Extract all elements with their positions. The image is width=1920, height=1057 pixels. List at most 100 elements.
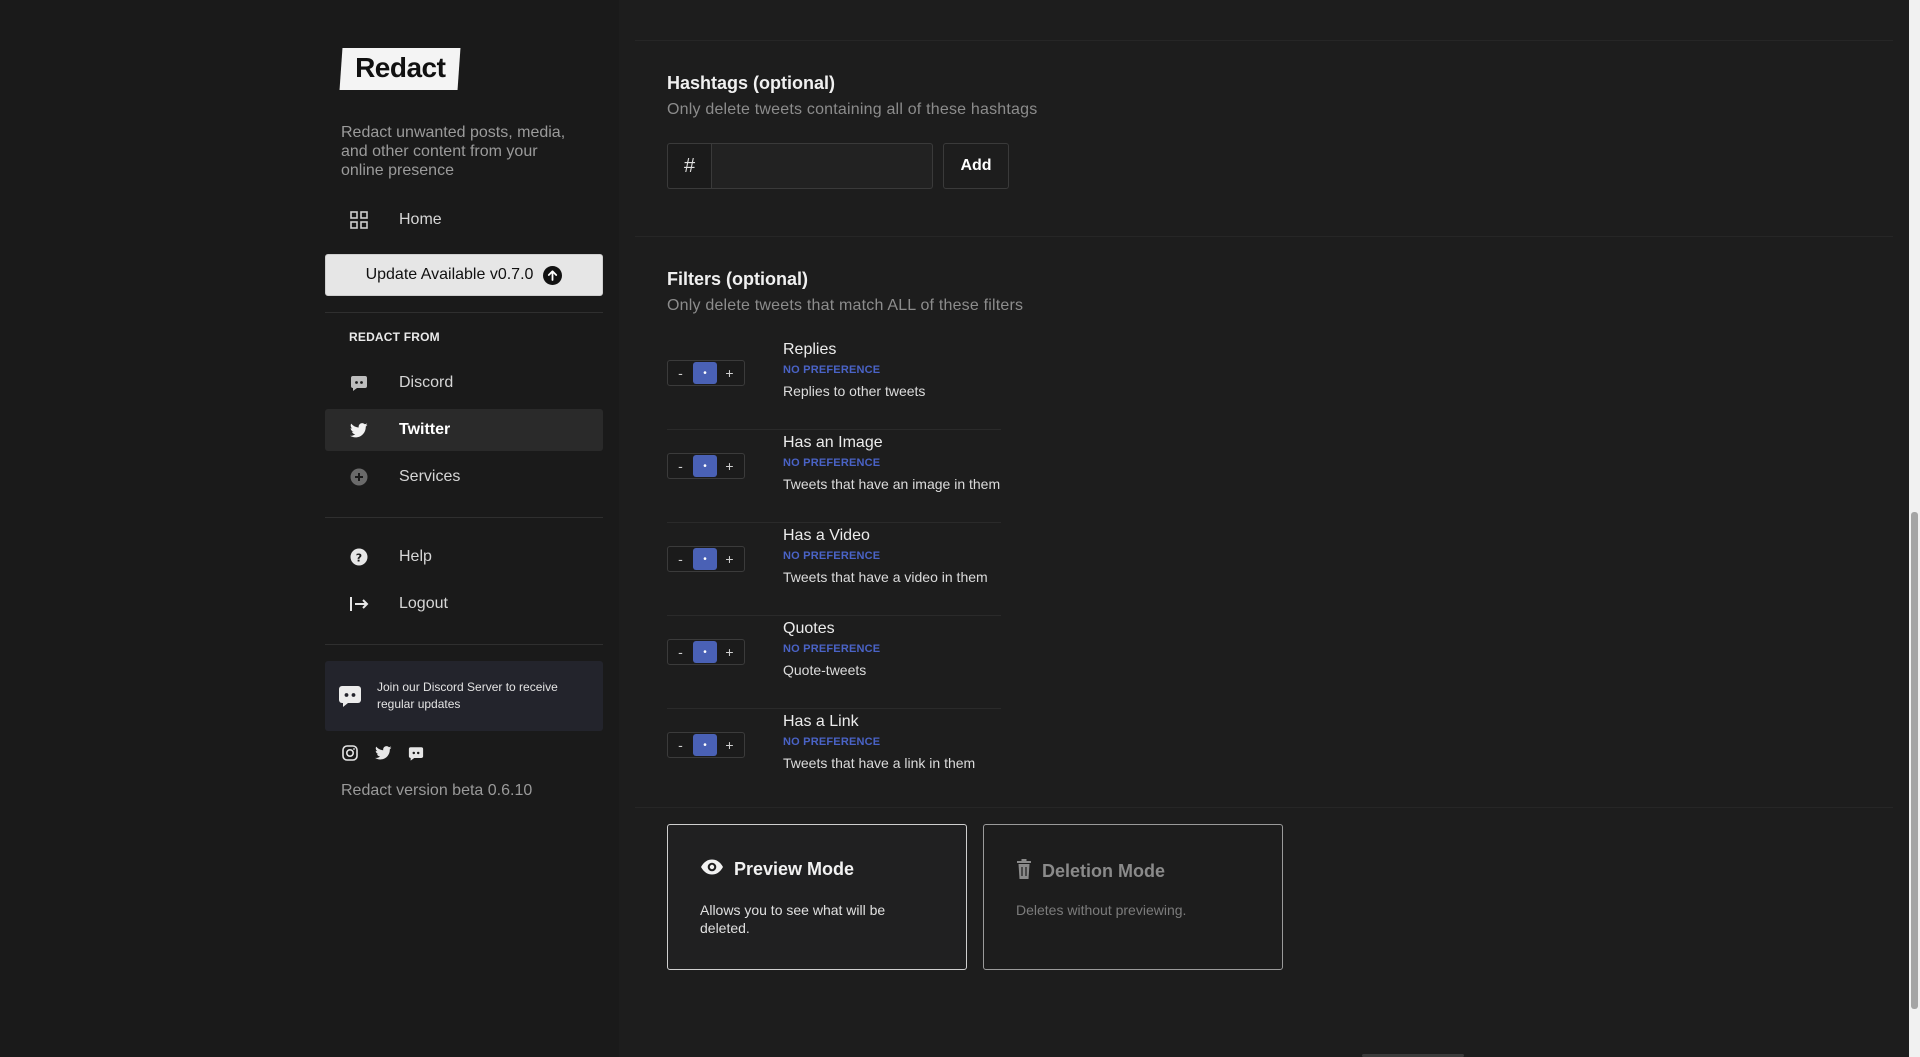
filter-include-button[interactable]: + (717, 640, 742, 664)
filter-preference: NO PREFERENCE (783, 364, 881, 376)
nav-item-home[interactable]: Home (325, 199, 603, 241)
social-links (341, 744, 425, 762)
filter-description: Replies to other tweets (783, 383, 926, 399)
update-available-button[interactable]: Update Available v0.7.0 (325, 254, 603, 296)
sidebar-divider (325, 312, 603, 313)
hash-prefix: # (667, 143, 711, 189)
section-divider (635, 807, 1893, 808)
scrollbar-thumb[interactable] (1911, 512, 1918, 1009)
trash-icon (1016, 859, 1032, 884)
arrow-up-circle-icon (543, 265, 563, 285)
filter-description: Quote-tweets (783, 662, 867, 678)
filter-preference: NO PREFERENCE (783, 457, 881, 469)
main-content: Hashtags (optional) Only delete tweets c… (635, 0, 1893, 1057)
sidebar-divider (325, 644, 603, 645)
filter-preference: NO PREFERENCE (783, 550, 881, 562)
update-label: Update Available v0.7.0 (365, 266, 534, 283)
section-divider (635, 236, 1893, 237)
filter-row-quotes: - • + Quotes NO PREFERENCE Quote-tweets (667, 616, 1001, 709)
filter-row-has-image: - • + Has an Image NO PREFERENCE Tweets … (667, 430, 1001, 523)
question-circle-icon: ? (349, 547, 369, 567)
discord-join-card[interactable]: Join our Discord Server to receive regul… (325, 661, 603, 731)
nav-label-services: Services (399, 468, 461, 485)
filter-exclude-button[interactable]: - (668, 547, 693, 571)
tri-state-toggle: - • + (667, 732, 745, 758)
filter-neutral-button[interactable]: • (693, 641, 717, 663)
deletion-mode-card[interactable]: Deletion Mode Deletes without previewing… (983, 824, 1283, 970)
filter-title: Has a Video (783, 527, 870, 544)
filter-neutral-button[interactable]: • (693, 455, 717, 477)
filter-row-has-link: - • + Has a Link NO PREFERENCE Tweets th… (667, 709, 1001, 802)
discord-icon (337, 683, 363, 709)
discord-card-text: Join our Discord Server to receive regul… (377, 680, 558, 711)
discord-icon[interactable] (407, 744, 425, 762)
filter-preference: NO PREFERENCE (783, 643, 881, 655)
section-divider (635, 40, 1893, 41)
eye-icon (700, 859, 724, 880)
nav-item-twitter[interactable]: Twitter (325, 409, 603, 451)
nav-label-logout: Logout (399, 595, 448, 612)
filter-neutral-button[interactable]: • (693, 734, 717, 756)
filter-title: Replies (783, 341, 837, 358)
tagline: Redact unwanted posts, media, and other … (341, 124, 566, 179)
filter-description: Tweets that have a link in them (783, 755, 976, 771)
filter-preference: NO PREFERENCE (783, 736, 881, 748)
instagram-icon[interactable] (341, 744, 359, 762)
filter-description: Tweets that have a video in them (783, 569, 988, 585)
filter-include-button[interactable]: + (717, 454, 742, 478)
tri-state-toggle: - • + (667, 546, 745, 572)
nav-item-discord[interactable]: Discord (325, 362, 603, 404)
grid-icon (349, 210, 369, 230)
filter-include-button[interactable]: + (717, 733, 742, 757)
filter-exclude-button[interactable]: - (668, 640, 693, 664)
plus-circle-icon (349, 467, 369, 487)
deletion-mode-title: Deletion Mode (1042, 861, 1166, 881)
page-scrollbar[interactable] (1909, 0, 1920, 1057)
svg-text:?: ? (356, 551, 362, 564)
add-hashtag-button[interactable]: Add (943, 143, 1009, 189)
preview-mode-card[interactable]: Preview Mode Allows you to see what will… (667, 824, 967, 970)
logo-text: Redact (355, 52, 446, 83)
filter-exclude-button[interactable]: - (668, 733, 693, 757)
nav-label-discord: Discord (399, 374, 454, 391)
filter-row-has-video: - • + Has a Video NO PREFERENCE Tweets t… (667, 523, 1001, 616)
filter-include-button[interactable]: + (717, 361, 742, 385)
version-text: Redact version beta 0.6.10 (341, 782, 533, 799)
nav-item-services[interactable]: Services (325, 456, 603, 498)
tri-state-toggle: - • + (667, 453, 745, 479)
filter-row-replies: - • + Replies NO PREFERENCE Replies to o… (667, 337, 1001, 430)
filter-exclude-button[interactable]: - (668, 454, 693, 478)
hashtag-input[interactable] (711, 143, 933, 189)
filter-description: Tweets that have an image in them (783, 476, 1001, 492)
nav-label-help: Help (399, 548, 432, 565)
deletion-mode-description: Deletes without previewing. (1016, 902, 1187, 918)
filters-title: Filters (optional) (667, 269, 808, 289)
nav-label-home: Home (399, 211, 442, 228)
hashtag-input-group: # Add (667, 143, 1009, 189)
nav-item-logout[interactable]: Logout (325, 583, 603, 625)
redact-logo[interactable]: Redact (339, 48, 461, 90)
hashtags-title: Hashtags (optional) (667, 73, 836, 93)
filters-subtitle: Only delete tweets that match ALL of the… (667, 297, 1024, 314)
nav-item-help[interactable]: ? Help (325, 536, 603, 578)
filter-title: Quotes (783, 620, 835, 637)
deletion-mode-heading: Deletion Mode (1016, 859, 1165, 884)
sidebar-divider (325, 517, 603, 518)
twitter-icon (349, 420, 369, 440)
sidebar: Redact Redact unwanted posts, media, and… (0, 0, 619, 1057)
preview-mode-heading: Preview Mode (700, 859, 854, 880)
discord-icon (349, 373, 369, 393)
filter-neutral-button[interactable]: • (693, 362, 717, 384)
filter-exclude-button[interactable]: - (668, 361, 693, 385)
filter-neutral-button[interactable]: • (693, 548, 717, 570)
preview-mode-description: Allows you to see what will be deleted. (700, 902, 886, 936)
twitter-icon[interactable] (374, 744, 392, 762)
filter-title: Has a Link (783, 713, 859, 730)
filter-include-button[interactable]: + (717, 547, 742, 571)
filter-title: Has an Image (783, 434, 883, 451)
tri-state-toggle: - • + (667, 639, 745, 665)
nav-label-twitter: Twitter (399, 421, 451, 438)
preview-mode-title: Preview Mode (734, 859, 855, 879)
tri-state-toggle: - • + (667, 360, 745, 386)
logout-icon (349, 594, 369, 614)
